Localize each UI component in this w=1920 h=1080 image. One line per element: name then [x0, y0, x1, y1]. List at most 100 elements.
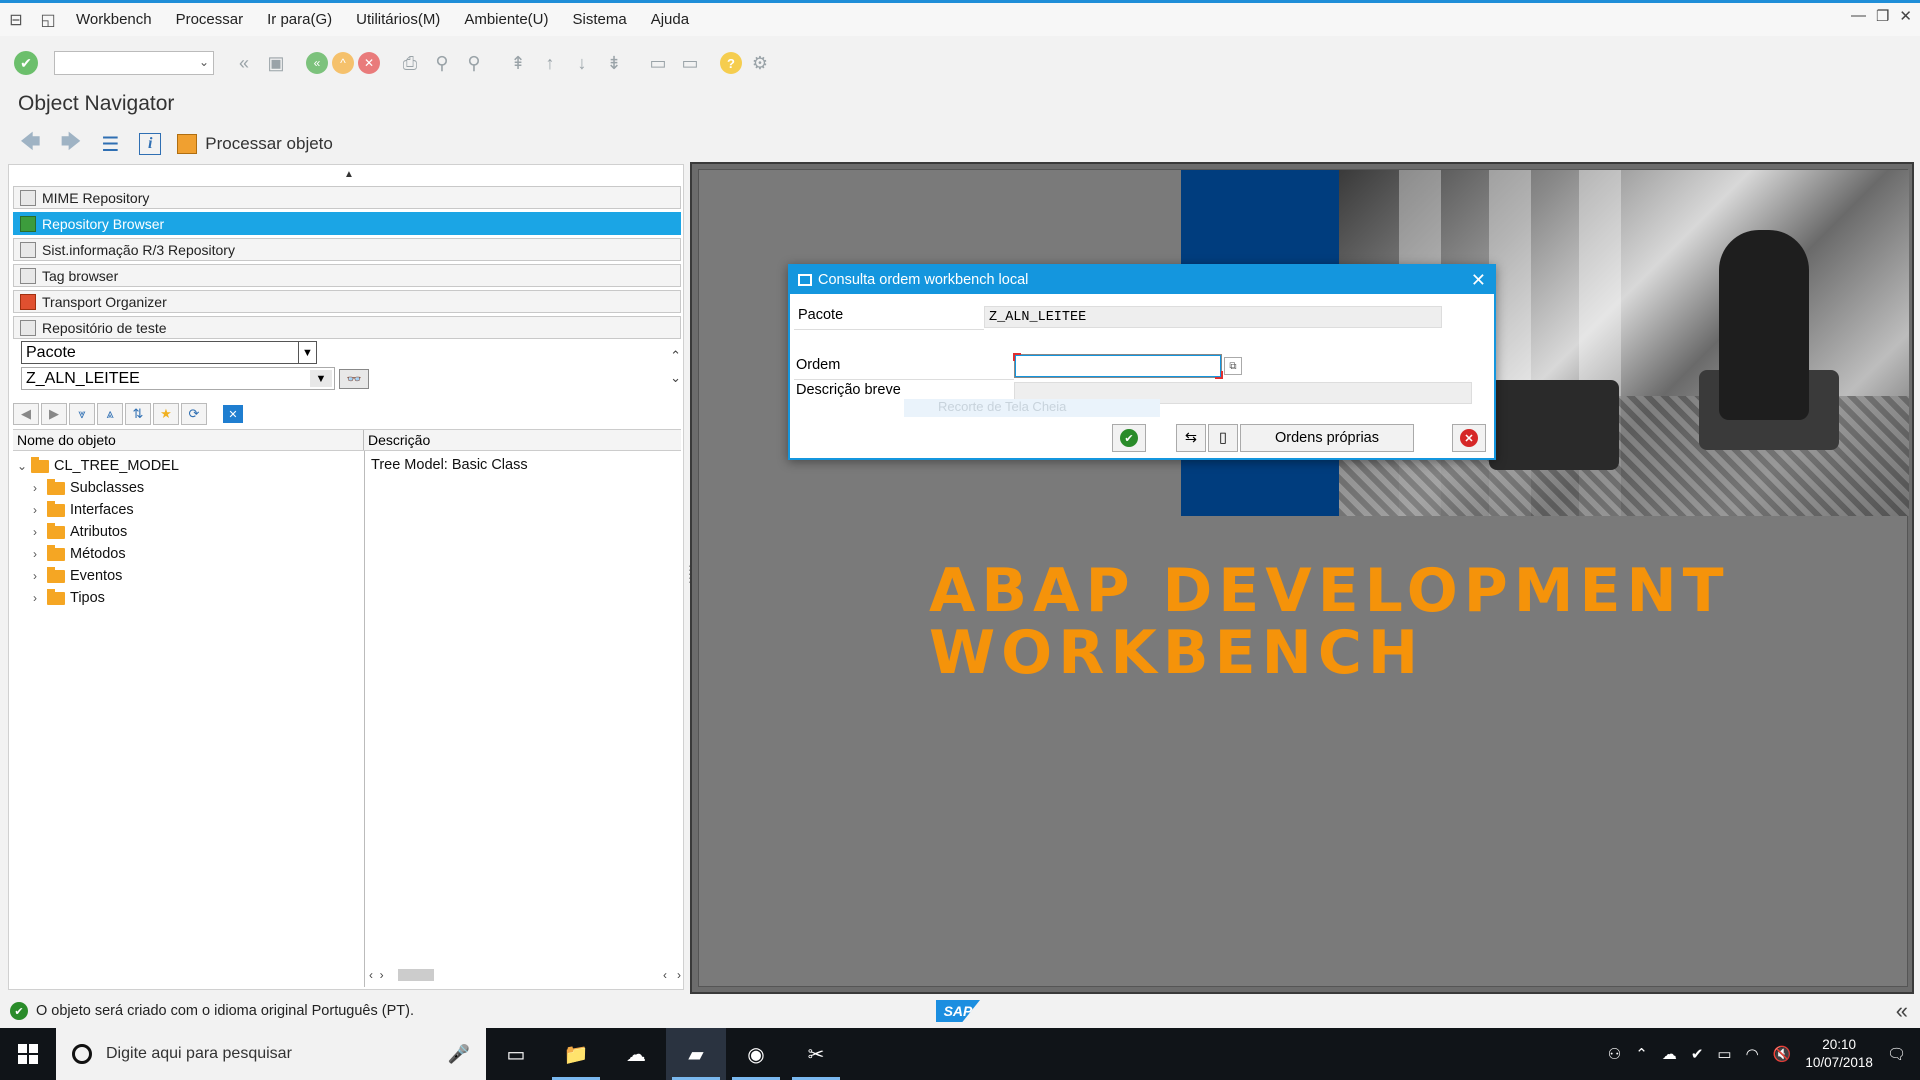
- onedrive-icon[interactable]: ☁: [1662, 1045, 1677, 1063]
- expand-all-icon[interactable]: ⩔: [69, 403, 95, 425]
- menu-sistema[interactable]: Sistema: [561, 3, 639, 36]
- refresh-icon[interactable]: ⟳: [181, 403, 207, 425]
- previous-page-icon[interactable]: ↑: [536, 49, 564, 77]
- scroll-left-icon[interactable]: ‹: [369, 968, 373, 982]
- cancel-icon[interactable]: ✕: [358, 52, 380, 74]
- expand-arrow-icon[interactable]: ›: [33, 591, 47, 605]
- tree-node-attributes[interactable]: › Atributos: [33, 521, 127, 543]
- wifi-icon[interactable]: ◠: [1746, 1045, 1759, 1063]
- previous-object-icon[interactable]: ◀: [13, 403, 39, 425]
- dropdown-icon[interactable]: ▼: [310, 370, 332, 387]
- hierarchy-up-icon[interactable]: ⇅: [125, 403, 151, 425]
- nav-repository-browser[interactable]: Repository Browser: [13, 212, 681, 235]
- first-page-icon[interactable]: ⇞: [504, 49, 532, 77]
- tree-node-interfaces[interactable]: › Interfaces: [33, 499, 134, 521]
- clock[interactable]: 20:10 10/07/2018: [1805, 1036, 1873, 1072]
- system-menu-icon[interactable]: ⊟: [0, 4, 32, 36]
- own-orders-button[interactable]: Ordens próprias: [1240, 424, 1414, 452]
- expand-arrow-icon[interactable]: ›: [33, 569, 47, 583]
- collapse-arrow-icon[interactable]: ⌄: [17, 459, 31, 473]
- file-explorer-icon[interactable]: 📁: [546, 1028, 606, 1080]
- menu-ambiente[interactable]: Ambiente(U): [452, 3, 560, 36]
- show-hidden-icons-icon[interactable]: ⌃: [1635, 1045, 1648, 1063]
- taskbar-search[interactable]: Digite aqui para pesquisar 🎤: [56, 1028, 486, 1080]
- notifications-icon[interactable]: 🗨: [1887, 1045, 1906, 1063]
- nav-mime-repository[interactable]: MIME Repository: [13, 186, 681, 209]
- sap-logon-icon[interactable]: ☁: [606, 1028, 666, 1080]
- expand-arrow-icon[interactable]: ›: [33, 547, 47, 561]
- microphone-icon[interactable]: 🎤: [448, 1044, 470, 1065]
- arrow-right-icon[interactable]: 🡆: [61, 127, 82, 161]
- menu-utilitarios[interactable]: Utilitários(M): [344, 3, 452, 36]
- object-type-select[interactable]: Pacote ▼: [21, 341, 317, 364]
- nav-tag-browser[interactable]: Tag browser: [13, 264, 681, 287]
- create-session-icon[interactable]: ▭: [644, 49, 672, 77]
- cancel-button[interactable]: ✕: [1452, 424, 1486, 452]
- new-document-button[interactable]: ▯: [1208, 424, 1238, 452]
- display-glasses-button[interactable]: 👓: [339, 369, 369, 389]
- help-icon[interactable]: ?: [720, 52, 742, 74]
- exit-icon[interactable]: ^: [332, 52, 354, 74]
- collapse-all-icon[interactable]: ⩓: [97, 403, 123, 425]
- object-name-input[interactable]: Z_ALN_LEITEE ▼: [21, 367, 335, 390]
- scroll-left-icon[interactable]: ‹: [663, 968, 667, 982]
- command-field[interactable]: ⌄: [54, 51, 214, 75]
- next-object-icon[interactable]: ▶: [41, 403, 67, 425]
- confirm-button[interactable]: ✔: [1112, 424, 1146, 452]
- menu-workbench[interactable]: Workbench: [64, 3, 164, 36]
- menu-ir-para[interactable]: Ir para(G): [255, 3, 344, 36]
- tree-node-types[interactable]: › Tipos: [33, 587, 105, 609]
- process-object-button[interactable]: Processar objeto: [205, 134, 333, 154]
- value-help-icon[interactable]: ⧉: [1224, 357, 1242, 375]
- horizontal-scrollbar[interactable]: ‹ › ‹ ›: [369, 965, 681, 985]
- column-header-description[interactable]: Descrição: [364, 430, 430, 450]
- norton-icon[interactable]: ✔: [1691, 1045, 1704, 1063]
- find-icon[interactable]: ⚲: [428, 49, 456, 77]
- tree-node-methods[interactable]: › Métodos: [33, 543, 126, 565]
- expand-arrow-icon[interactable]: ›: [33, 503, 47, 517]
- find-next-icon[interactable]: ⚲: [460, 49, 488, 77]
- back-icon[interactable]: «: [306, 52, 328, 74]
- hierarchy-icon[interactable]: ☰: [101, 132, 119, 157]
- minimize-icon[interactable]: —: [1851, 7, 1866, 25]
- chevron-down-icon[interactable]: ▼: [298, 342, 316, 363]
- scroll-right-icon[interactable]: ›: [677, 968, 681, 982]
- tree-node-root[interactable]: ⌄ CL_TREE_MODEL: [17, 455, 179, 477]
- chrome-icon[interactable]: ◉: [726, 1028, 786, 1080]
- start-button[interactable]: [0, 1028, 56, 1080]
- enter-icon[interactable]: ✔: [14, 51, 38, 75]
- create-request-button[interactable]: ⇆: [1176, 424, 1206, 452]
- info-icon[interactable]: i: [139, 133, 162, 155]
- nav-test-repository[interactable]: Repositório de teste: [13, 316, 681, 339]
- close-tree-icon[interactable]: ✕: [223, 405, 243, 423]
- snipping-tool-icon[interactable]: ✂: [786, 1028, 846, 1080]
- battery-icon[interactable]: ▭: [1717, 1045, 1731, 1063]
- people-icon[interactable]: ⚇: [1608, 1045, 1621, 1063]
- scroll-right-icon[interactable]: ›: [380, 968, 384, 982]
- menu-ajuda[interactable]: Ajuda: [639, 3, 701, 36]
- sap-gui-icon[interactable]: ▰: [666, 1028, 726, 1080]
- selector-scroll[interactable]: ⌃ ⌄: [670, 345, 681, 389]
- next-page-icon[interactable]: ↓: [568, 49, 596, 77]
- save-icon[interactable]: ▣: [262, 49, 290, 77]
- shortcut-icon[interactable]: ▭: [676, 49, 704, 77]
- tree-node-events[interactable]: › Eventos: [33, 565, 122, 587]
- task-view-icon[interactable]: ▭: [486, 1028, 546, 1080]
- arrow-left-icon[interactable]: 🡄: [20, 127, 41, 161]
- order-input[interactable]: [1013, 353, 1223, 379]
- collapse-status-icon[interactable]: «: [1896, 998, 1908, 1024]
- nav-transport-organizer[interactable]: Transport Organizer: [13, 290, 681, 313]
- maximize-icon[interactable]: ❐: [1876, 7, 1889, 25]
- collapse-caret-icon[interactable]: ▲: [344, 169, 354, 180]
- scroll-thumb[interactable]: [397, 969, 434, 981]
- close-icon[interactable]: ✕: [1899, 7, 1912, 25]
- column-divider[interactable]: [364, 451, 365, 987]
- tree-node-subclasses[interactable]: › Subclasses: [33, 477, 144, 499]
- double-back-icon[interactable]: «: [230, 49, 258, 77]
- column-header-name[interactable]: Nome do objeto: [13, 430, 364, 450]
- customize-layout-icon[interactable]: ◱: [32, 4, 64, 36]
- process-object-icon[interactable]: [177, 134, 198, 154]
- expand-arrow-icon[interactable]: ›: [33, 481, 47, 495]
- print-icon[interactable]: ⎙: [396, 49, 424, 77]
- menu-processar[interactable]: Processar: [164, 3, 256, 36]
